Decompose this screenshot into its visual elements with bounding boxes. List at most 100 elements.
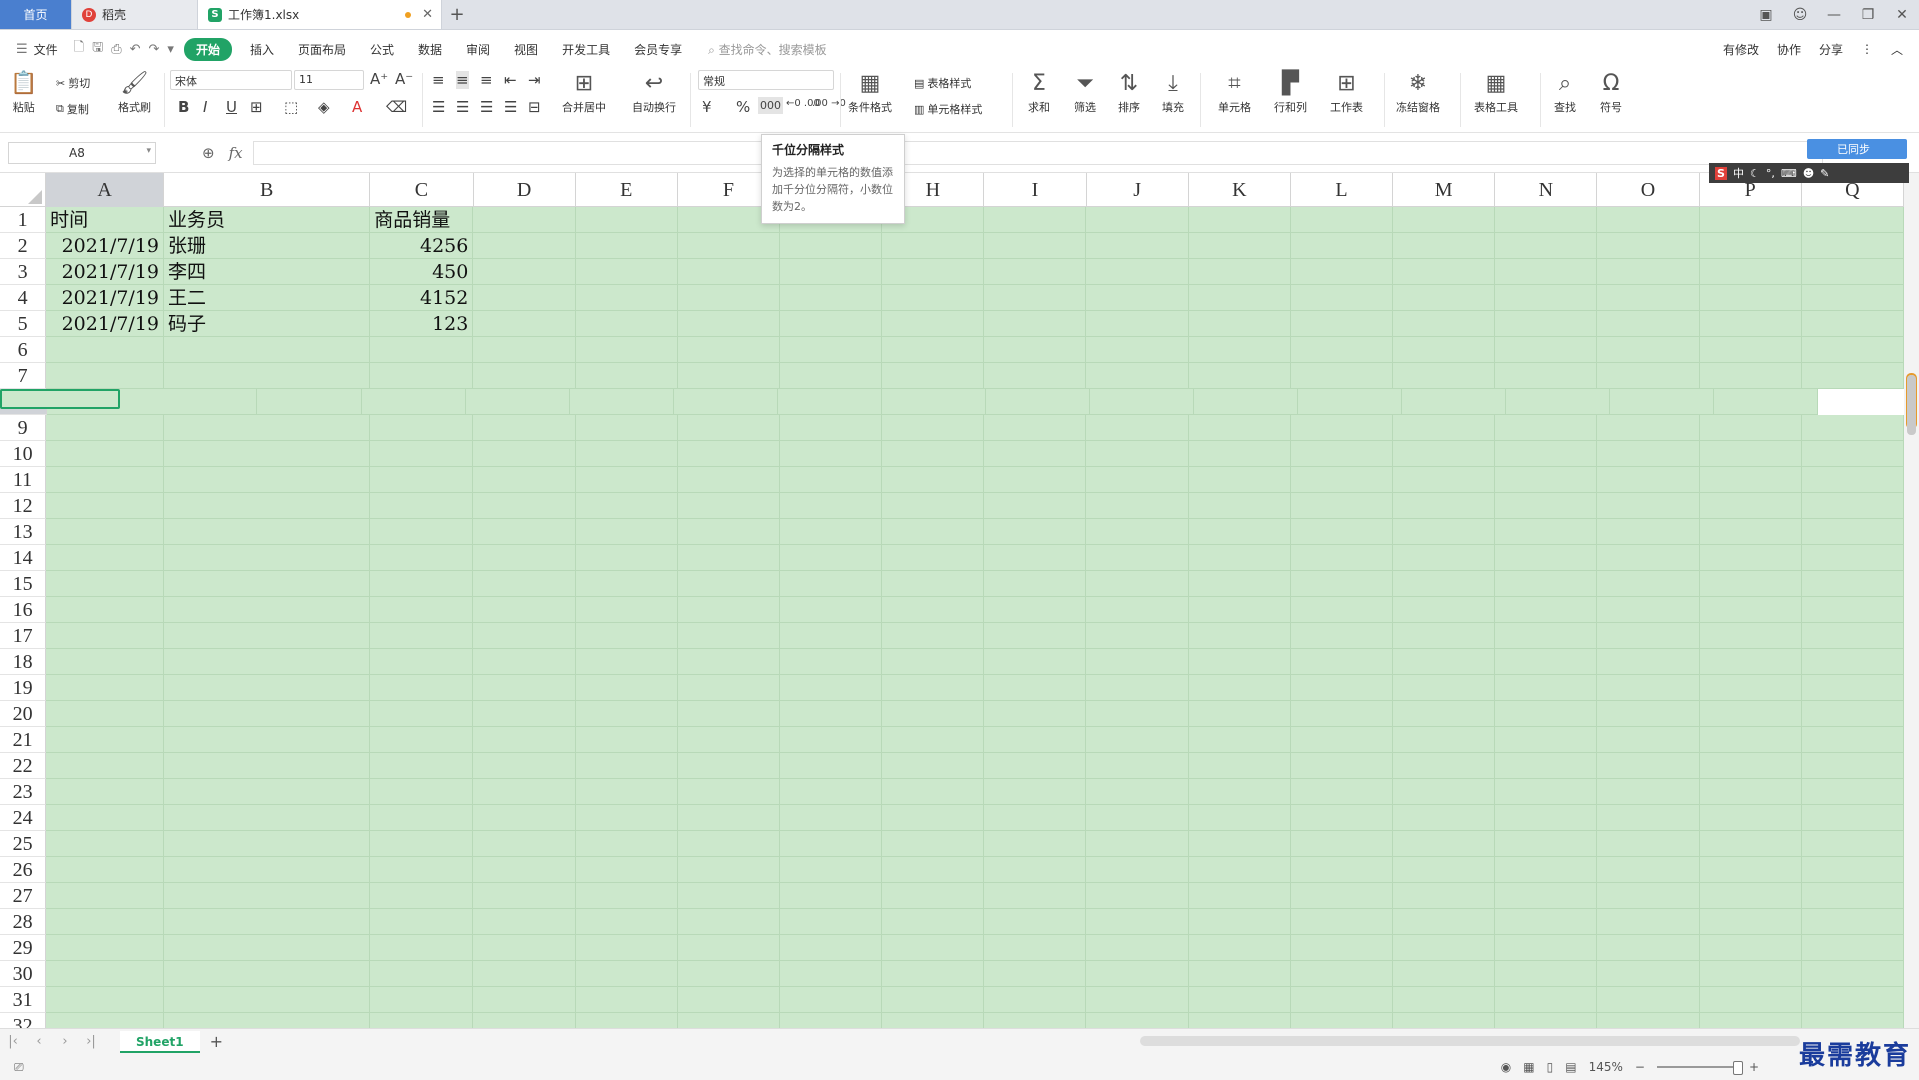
cell-l15[interactable] <box>1290 571 1394 597</box>
cell-h29[interactable] <box>882 935 985 961</box>
cell-d5[interactable] <box>473 311 576 337</box>
cell-n23[interactable] <box>1495 779 1598 805</box>
cell-m26[interactable] <box>1393 857 1496 883</box>
cell-e7[interactable] <box>575 363 678 389</box>
cell-b7[interactable] <box>164 363 371 389</box>
indent-increase-icon[interactable]: ⇥ <box>528 71 541 89</box>
row-header[interactable]: 17 <box>0 623 47 649</box>
cell-f26[interactable] <box>677 857 780 883</box>
cell-k18[interactable] <box>1188 649 1291 675</box>
cell-n24[interactable] <box>1495 805 1598 831</box>
layout-icon[interactable]: ▣ <box>1749 7 1783 23</box>
cell-j24[interactable] <box>1086 805 1189 831</box>
cell-k16[interactable] <box>1188 597 1291 623</box>
cell-l1[interactable] <box>1290 207 1394 233</box>
cell-m17[interactable] <box>1393 623 1496 649</box>
cell-n19[interactable] <box>1495 675 1598 701</box>
new-tab-button[interactable]: + <box>442 0 472 29</box>
row-header[interactable]: 32 <box>0 1013 47 1028</box>
cell-g27[interactable] <box>779 883 883 909</box>
cell-j31[interactable] <box>1086 987 1189 1013</box>
cell-n3[interactable] <box>1495 259 1598 285</box>
first-sheet-icon[interactable]: |‹ <box>0 1034 26 1049</box>
cell-k22[interactable] <box>1188 753 1291 779</box>
cell-e13[interactable] <box>575 519 678 545</box>
cell-i3[interactable] <box>984 259 1087 285</box>
cell-h10[interactable] <box>882 441 985 467</box>
cell-k7[interactable] <box>1188 363 1291 389</box>
cell-n30[interactable] <box>1495 961 1598 987</box>
cell-e5[interactable] <box>575 311 678 337</box>
cell-c26[interactable] <box>370 857 474 883</box>
cell-i26[interactable] <box>984 857 1087 883</box>
cell-j14[interactable] <box>1086 545 1189 571</box>
new-doc-icon[interactable]: 🗋 <box>70 38 88 60</box>
cell-o1[interactable] <box>1597 207 1700 233</box>
cell-g6[interactable] <box>779 337 883 363</box>
cell-k4[interactable] <box>1188 285 1291 311</box>
cell-a5[interactable]: 2021/7/19 <box>46 311 165 337</box>
menu-tab-1[interactable]: 插入 <box>238 41 286 58</box>
cell-o18[interactable] <box>1597 649 1700 675</box>
cell-j30[interactable] <box>1086 961 1189 987</box>
cell-m30[interactable] <box>1393 961 1496 987</box>
cell-q14[interactable] <box>1801 545 1904 571</box>
find-button[interactable]: ⌕ 查找 <box>1554 69 1576 115</box>
cell-c29[interactable] <box>370 935 474 961</box>
row-header[interactable]: 9 <box>0 415 47 441</box>
cell-b25[interactable] <box>164 831 371 857</box>
menu-tab-0[interactable]: 开始 <box>183 37 232 61</box>
row-header[interactable]: 18 <box>0 649 47 675</box>
cell-a4[interactable]: 2021/7/19 <box>46 285 165 311</box>
align-right-icon[interactable]: ☰ <box>480 98 493 116</box>
cell-e18[interactable] <box>575 649 678 675</box>
cell-h14[interactable] <box>882 545 985 571</box>
cell-j12[interactable] <box>1086 493 1189 519</box>
print-icon[interactable]: ⎙ <box>107 42 125 57</box>
column-header-b[interactable]: B <box>164 173 371 207</box>
cell-q23[interactable] <box>1801 779 1904 805</box>
cell-j1[interactable] <box>1086 207 1189 233</box>
cell-p13[interactable] <box>1699 519 1802 545</box>
cell-a25[interactable] <box>46 831 165 857</box>
cell-b26[interactable] <box>164 857 371 883</box>
cell-m5[interactable] <box>1393 311 1496 337</box>
cell-p2[interactable] <box>1699 233 1802 259</box>
cell-l29[interactable] <box>1290 935 1394 961</box>
cell-i17[interactable] <box>984 623 1087 649</box>
cell-j16[interactable] <box>1086 597 1189 623</box>
eye-protect-icon[interactable]: ◉ <box>1501 1060 1511 1074</box>
cell-o20[interactable] <box>1597 701 1700 727</box>
cell-b4[interactable]: 王二 <box>164 285 371 311</box>
column-header-k[interactable]: K <box>1189 173 1291 207</box>
cell-o16[interactable] <box>1597 597 1700 623</box>
cell-o24[interactable] <box>1597 805 1700 831</box>
cell-l6[interactable] <box>1290 337 1394 363</box>
cell-i32[interactable] <box>984 1013 1087 1028</box>
cell-i28[interactable] <box>984 909 1087 935</box>
cell-g16[interactable] <box>779 597 883 623</box>
cell-e10[interactable] <box>575 441 678 467</box>
cell-q16[interactable] <box>1801 597 1904 623</box>
macro-icon[interactable]: ⎚ <box>14 1060 24 1075</box>
cell-m10[interactable] <box>1393 441 1496 467</box>
cell-d4[interactable] <box>473 285 576 311</box>
cell-q7[interactable] <box>1801 363 1904 389</box>
column-header-j[interactable]: J <box>1087 173 1189 207</box>
cell-n32[interactable] <box>1495 1013 1598 1028</box>
cell-d7[interactable] <box>473 363 576 389</box>
cell-h15[interactable] <box>882 571 985 597</box>
next-sheet-icon[interactable]: › <box>52 1034 78 1049</box>
cell-p8[interactable] <box>1610 389 1714 415</box>
zoom-in-icon[interactable]: + <box>1749 1060 1759 1074</box>
cell-h31[interactable] <box>882 987 985 1013</box>
cell-n7[interactable] <box>1495 363 1598 389</box>
cell-c6[interactable] <box>370 337 474 363</box>
cell-f10[interactable] <box>677 441 780 467</box>
italic-icon[interactable]: I <box>203 98 207 116</box>
cell-h20[interactable] <box>882 701 985 727</box>
cell-a29[interactable] <box>46 935 165 961</box>
cell-j2[interactable] <box>1086 233 1189 259</box>
cell-c19[interactable] <box>370 675 474 701</box>
row-header[interactable]: 11 <box>0 467 47 493</box>
